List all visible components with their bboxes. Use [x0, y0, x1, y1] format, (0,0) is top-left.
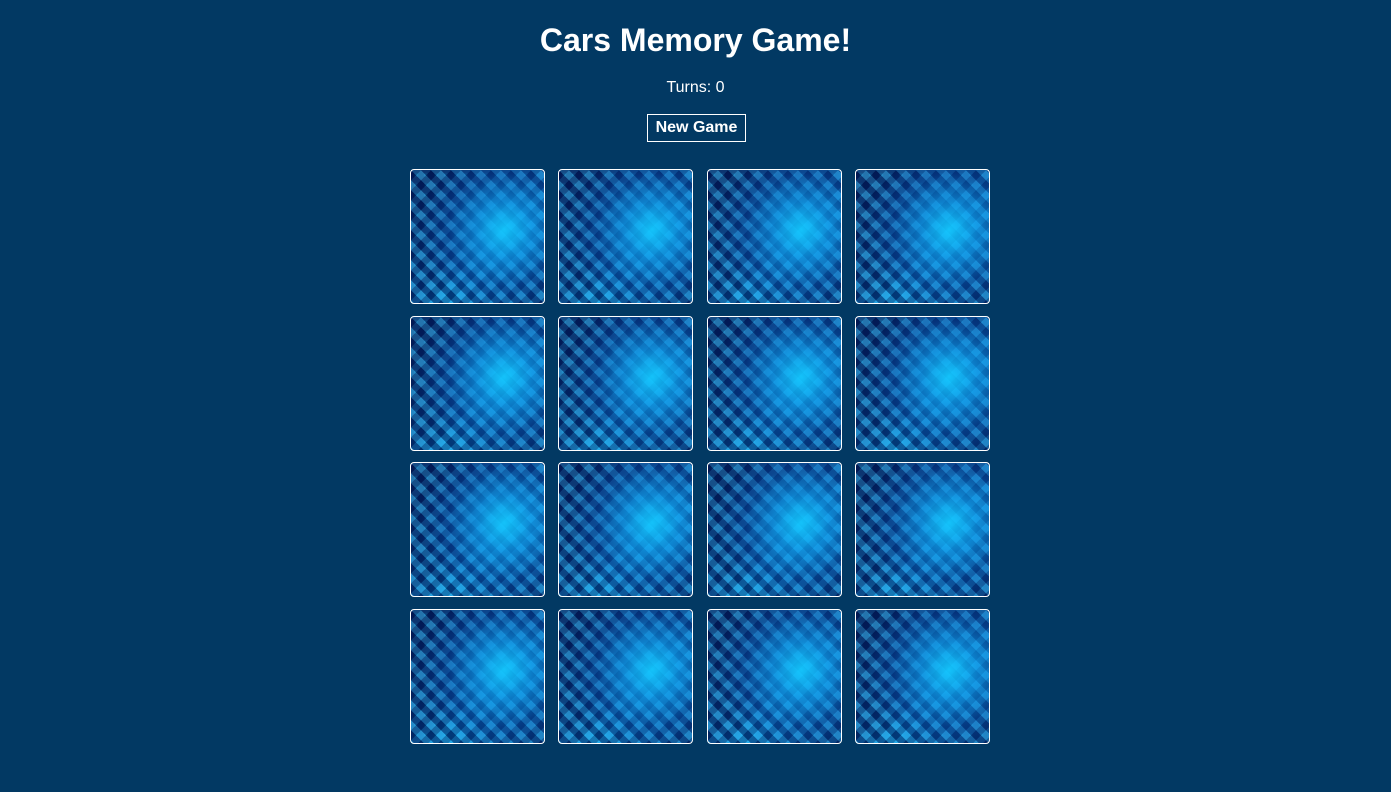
memory-card[interactable] [854, 609, 990, 745]
memory-card[interactable] [854, 169, 990, 304]
memory-card[interactable] [706, 315, 842, 451]
memory-card[interactable] [410, 315, 545, 451]
card-grid [410, 169, 991, 745]
memory-card[interactable] [706, 462, 842, 598]
memory-card[interactable] [854, 315, 990, 451]
memory-card[interactable] [558, 315, 694, 451]
memory-card[interactable] [706, 169, 842, 304]
memory-card[interactable] [706, 609, 842, 745]
memory-card[interactable] [410, 462, 545, 598]
memory-card[interactable] [854, 462, 990, 598]
memory-card[interactable] [558, 609, 694, 745]
memory-card[interactable] [558, 462, 694, 598]
memory-game-app: Cars Memory Game! Turns: 0 New Game [0, 0, 1391, 792]
memory-card[interactable] [558, 169, 694, 304]
turns-counter: Turns: 0 [666, 79, 725, 96]
memory-card[interactable] [410, 609, 545, 745]
page-title: Cars Memory Game! [539, 22, 852, 58]
new-game-button[interactable]: New Game [647, 114, 746, 142]
memory-card[interactable] [410, 169, 545, 304]
